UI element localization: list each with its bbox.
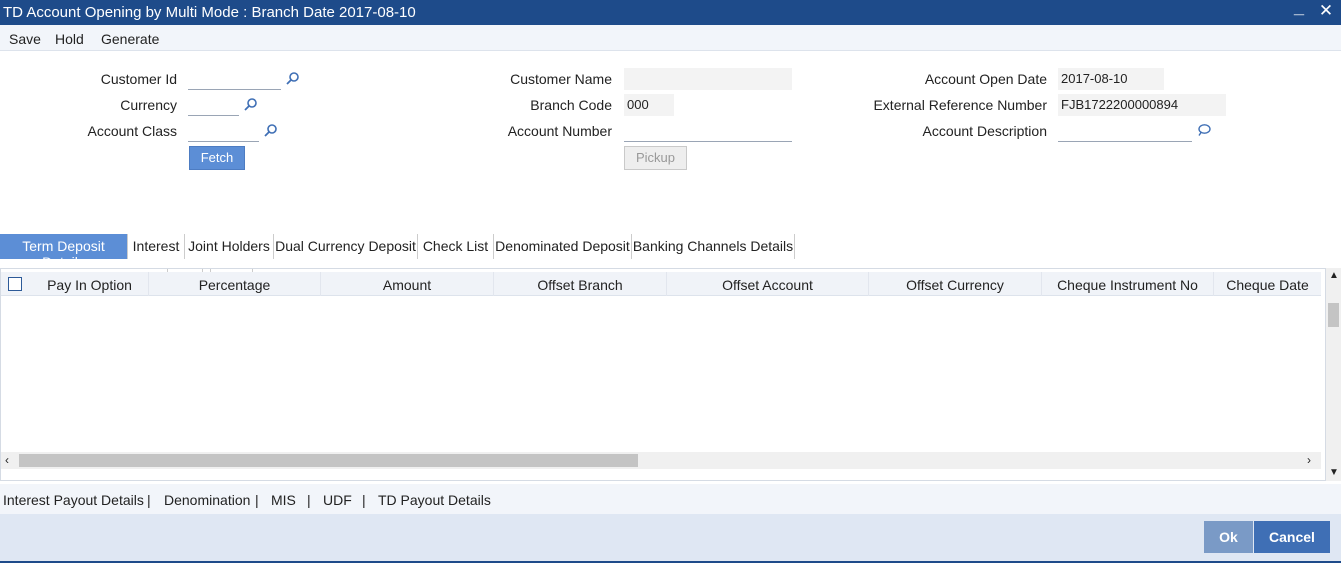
grid-header: Pay In Option Percentage Amount Offset B… <box>1 272 1321 296</box>
pickup-button[interactable]: Pickup <box>624 146 687 170</box>
pay-in-grid: Pay In Option Percentage Amount Offset B… <box>0 268 1326 481</box>
mis-link[interactable]: MIS <box>271 492 296 508</box>
hold-menu-item[interactable]: Hold <box>55 31 84 47</box>
action-bar: Ok Cancel <box>0 514 1341 563</box>
account-number-input[interactable] <box>624 120 792 142</box>
tab-dual-currency-deposit[interactable]: Dual Currency Deposit <box>274 234 418 259</box>
column-header[interactable]: Percentage <box>149 272 321 296</box>
account-class-label: Account Class <box>87 123 177 139</box>
account-open-date-label: Account Open Date <box>924 71 1047 87</box>
customer-name-field <box>624 68 792 90</box>
customer-id-input[interactable] <box>188 68 281 90</box>
tab-denominated-deposit[interactable]: Denominated Deposit <box>494 234 632 259</box>
branch-code-label: Branch Code <box>530 97 612 113</box>
account-description-input[interactable] <box>1058 120 1192 142</box>
window-title: TD Account Opening by Multi Mode : Branc… <box>3 4 416 21</box>
column-header[interactable]: Cheque Instrument No <box>1042 272 1214 296</box>
column-header[interactable]: Amount <box>321 272 494 296</box>
account-class-input[interactable] <box>188 120 259 142</box>
scroll-left-icon[interactable]: ‹ <box>5 453 9 467</box>
cancel-button[interactable]: Cancel <box>1254 521 1330 553</box>
tab-interest[interactable]: Interest <box>128 234 185 259</box>
account-number-label: Account Number <box>507 123 612 139</box>
close-icon[interactable]: ✕ <box>1316 1 1336 26</box>
customer-id-label: Customer Id <box>100 71 177 87</box>
sub-screen-links: Interest Payout Details | Denomination |… <box>0 484 1341 514</box>
window-title-bar: TD Account Opening by Multi Mode : Branc… <box>0 0 1341 25</box>
minimize-icon[interactable]: _ <box>1289 0 1309 22</box>
interest-payout-details-link[interactable]: Interest Payout Details <box>3 492 144 508</box>
vertical-scrollbar[interactable]: ▲ ▼ <box>1326 268 1341 481</box>
external-reference-number-field: FJB1722200000894 <box>1058 94 1226 116</box>
column-header[interactable]: Offset Currency <box>869 272 1042 296</box>
column-header[interactable]: Pay In Option <box>31 272 149 296</box>
horizontal-scroll-thumb[interactable] <box>19 454 638 467</box>
currency-input[interactable] <box>188 94 239 116</box>
save-menu-item[interactable]: Save <box>9 31 41 47</box>
comment-icon[interactable] <box>1197 123 1211 137</box>
scroll-right-icon[interactable]: › <box>1307 453 1311 467</box>
customer-id-search-icon[interactable] <box>286 71 300 85</box>
column-header[interactable]: Offset Branch <box>494 272 667 296</box>
tab-check-list[interactable]: Check List <box>418 234 494 259</box>
link-separator: | <box>362 492 366 508</box>
account-description-label: Account Description <box>922 123 1047 139</box>
currency-search-icon[interactable] <box>244 97 258 111</box>
tab-term-deposit-details[interactable]: Term Deposit Details <box>0 234 128 270</box>
account-open-date-field: 2017-08-10 <box>1058 68 1164 90</box>
denomination-link[interactable]: Denomination <box>164 492 250 508</box>
fetch-button[interactable]: Fetch <box>189 146 245 170</box>
tab-joint-holders[interactable]: Joint Holders <box>185 234 274 259</box>
link-separator: | <box>147 492 151 508</box>
tab-banking-channels-details[interactable]: Banking Channels Details <box>632 234 795 259</box>
column-header[interactable]: Offset Account <box>667 272 869 296</box>
scroll-up-icon[interactable]: ▲ <box>1329 270 1339 281</box>
external-reference-number-label: External Reference Number <box>873 97 1047 113</box>
scroll-down-icon[interactable]: ▼ <box>1329 467 1339 478</box>
branch-code-field: 000 <box>624 94 674 116</box>
link-separator: | <box>307 492 311 508</box>
generate-menu-item[interactable]: Generate <box>101 31 159 47</box>
account-class-search-icon[interactable] <box>264 123 278 137</box>
menu-bar: Save Hold Generate <box>0 25 1341 51</box>
vertical-scroll-thumb[interactable] <box>1328 303 1339 327</box>
link-separator: | <box>255 492 259 508</box>
td-payout-details-link[interactable]: TD Payout Details <box>378 492 491 508</box>
column-header[interactable]: Cheque Date <box>1214 272 1321 296</box>
ok-button[interactable]: Ok <box>1204 521 1253 553</box>
tab-strip: Term Deposit Details Interest Joint Hold… <box>0 234 1341 270</box>
udf-link[interactable]: UDF <box>323 492 352 508</box>
horizontal-scrollbar[interactable]: ‹ › <box>1 452 1321 469</box>
select-all-checkbox[interactable] <box>8 277 22 291</box>
currency-label: Currency <box>120 97 177 113</box>
customer-name-label: Customer Name <box>510 71 612 87</box>
